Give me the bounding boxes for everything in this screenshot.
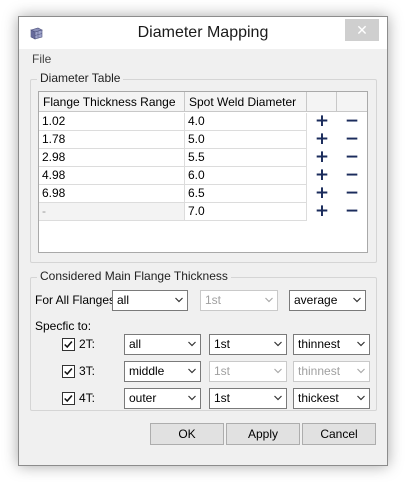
value-3t-method: thinnest xyxy=(298,364,341,378)
select-4t-mode[interactable]: outer xyxy=(124,388,201,409)
add-row-icon[interactable]: + xyxy=(311,203,333,221)
table-cell-diameter[interactable]: 4.0 xyxy=(185,113,307,131)
select-4t-method[interactable]: thickest xyxy=(293,388,370,409)
checkmark-icon xyxy=(64,341,73,349)
chevron-down-icon xyxy=(188,368,196,374)
all-flanges-label: For All Flanges: xyxy=(35,293,119,307)
value-4t-mode: outer xyxy=(129,391,157,405)
chevron-down-icon xyxy=(175,297,183,303)
table-cell-range[interactable]: 2.98 xyxy=(39,149,185,167)
chevron-down-icon xyxy=(357,341,365,347)
remove-row-icon[interactable]: − xyxy=(341,203,363,221)
chevron-down-icon xyxy=(188,341,196,347)
considered-thickness-group-title: Considered Main Flange Thickness xyxy=(37,269,231,283)
table-cell-range[interactable]: 6.98 xyxy=(39,185,185,203)
select-2t-method[interactable]: thinnest xyxy=(293,334,370,355)
value-4t-index: 1st xyxy=(214,391,231,405)
column-header-flange-thickness-range[interactable]: Flange Thickness Range xyxy=(39,92,185,112)
table-cell-diameter[interactable]: 5.5 xyxy=(185,149,307,167)
chevron-down-icon xyxy=(274,395,282,401)
table-cell-diameter[interactable]: 6.0 xyxy=(185,167,307,185)
ok-button[interactable]: OK xyxy=(150,423,224,445)
chevron-down-icon xyxy=(357,395,365,401)
close-button[interactable]: ✕ xyxy=(345,19,379,41)
label-4t: 4T: xyxy=(79,391,96,405)
value-3t-mode: middle xyxy=(129,364,165,378)
table-cell-range[interactable]: 1.78 xyxy=(39,131,185,149)
diameter-table-group-title: Diameter Table xyxy=(37,71,124,85)
checkbox-3t[interactable] xyxy=(62,365,75,378)
cancel-button[interactable]: Cancel xyxy=(302,423,376,445)
value-2t-mode: all xyxy=(129,337,142,351)
label-3t: 3T: xyxy=(79,364,96,378)
chevron-down-icon xyxy=(357,368,365,374)
select-2t-mode[interactable]: all xyxy=(124,334,201,355)
value-3t-index: 1st xyxy=(214,364,231,378)
all-flanges-method-select[interactable]: average xyxy=(289,290,366,311)
all-flanges-method-value: average xyxy=(294,293,338,307)
table-cell-diameter[interactable]: 7.0 xyxy=(185,203,307,221)
chevron-down-icon xyxy=(265,297,273,303)
all-flanges-mode-select[interactable]: all xyxy=(112,290,188,311)
label-2t: 2T: xyxy=(79,337,96,351)
window-title: Diameter Mapping xyxy=(137,24,269,41)
diameter-table[interactable]: Flange Thickness Range Spot Weld Diamete… xyxy=(38,91,368,253)
close-icon: ✕ xyxy=(356,22,368,38)
select-2t-index[interactable]: 1st xyxy=(209,334,287,355)
value-2t-method: thinnest xyxy=(298,337,341,351)
table-cell-diameter[interactable]: 5.0 xyxy=(185,131,307,149)
title-bar[interactable]: Diameter Mapping ✕ xyxy=(19,17,387,49)
chevron-down-icon xyxy=(274,368,282,374)
apply-button[interactable]: Apply xyxy=(226,423,300,445)
select-3t-method: thinnest xyxy=(293,361,370,382)
value-2t-index: 1st xyxy=(214,337,231,351)
table-cell-range[interactable]: 1.02 xyxy=(39,113,185,131)
checkbox-4t[interactable] xyxy=(62,392,75,405)
table-cell-range[interactable]: 4.98 xyxy=(39,167,185,185)
column-header-remove xyxy=(337,92,367,112)
chevron-down-icon xyxy=(353,297,361,303)
checkbox-2t[interactable] xyxy=(62,338,75,351)
select-3t-mode[interactable]: middle xyxy=(124,361,201,382)
select-3t-index: 1st xyxy=(209,361,287,382)
checkmark-icon xyxy=(64,395,73,403)
all-flanges-index-value: 1st xyxy=(205,293,222,307)
column-header-add xyxy=(307,92,337,112)
all-flanges-index-select: 1st xyxy=(200,290,278,311)
table-cell-range: - xyxy=(39,203,185,221)
specific-to-label: Specfic to: xyxy=(35,319,92,333)
menu-file[interactable]: File xyxy=(32,52,51,66)
menu-bar: File xyxy=(19,49,387,69)
dialog-window: Diameter Mapping ✕ File Diameter Table F… xyxy=(18,16,388,466)
all-flanges-mode-value: all xyxy=(117,293,130,307)
chevron-down-icon xyxy=(188,395,196,401)
select-4t-index[interactable]: 1st xyxy=(209,388,287,409)
chevron-down-icon xyxy=(274,341,282,347)
value-4t-method: thickest xyxy=(298,391,339,405)
checkmark-icon xyxy=(64,368,73,376)
column-header-spot-weld-diameter[interactable]: Spot Weld Diameter xyxy=(185,92,307,112)
table-cell-diameter[interactable]: 6.5 xyxy=(185,185,307,203)
